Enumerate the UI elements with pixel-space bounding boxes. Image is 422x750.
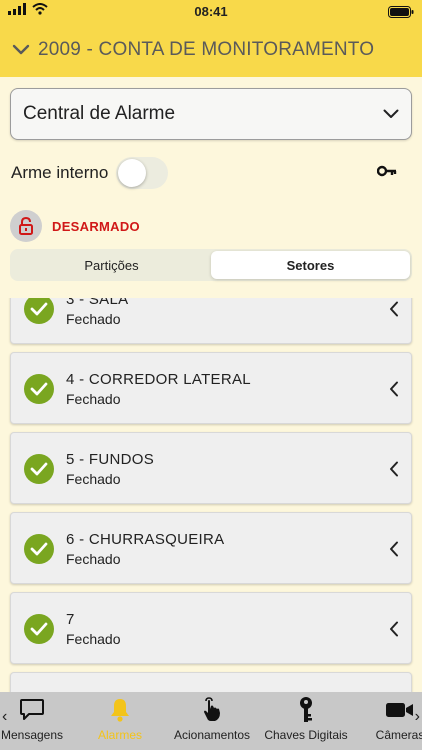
sector-status: Fechado [66, 551, 121, 567]
check-icon [24, 614, 54, 644]
chevron-left-icon[interactable] [389, 621, 399, 637]
chevron-left-icon[interactable] [389, 541, 399, 557]
status-time: 08:41 [194, 4, 228, 19]
alarm-status-row: DESARMADO [10, 210, 140, 242]
tab-label: Câmeras [375, 728, 422, 742]
tab-label: Mensagens [0, 728, 64, 742]
list-item[interactable]: 6 - CHURRASQUEIRA Fechado [10, 512, 412, 584]
alarm-status-text: DESARMADO [52, 218, 140, 234]
chevron-down-icon[interactable] [12, 44, 30, 56]
chevron-left-icon[interactable] [389, 381, 399, 397]
chevron-left-icon[interactable] [389, 301, 399, 317]
central-select-value: Central de Alarme [23, 103, 176, 124]
key-icon[interactable] [377, 165, 397, 177]
tab-setores[interactable]: Setores [211, 251, 410, 279]
chevron-left-icon[interactable] [389, 461, 399, 477]
tab-bar: ‹ Mensagens Alarmes Acionamentos Chaves … [0, 692, 422, 750]
arme-interno-label: Arme interno [11, 163, 109, 182]
tab-alarmes[interactable]: Alarmes [88, 692, 152, 750]
arme-interno-toggle[interactable] [116, 157, 169, 189]
status-bar: 08:41 [0, 0, 422, 22]
tab-label: Acionamentos [173, 728, 251, 742]
tab-particoes[interactable]: Partições [12, 251, 211, 279]
tab-acionamentos[interactable]: Acionamentos [168, 692, 256, 750]
tab-label: Chaves Digitais [264, 728, 348, 742]
account-title: 2009 - CONTA DE MONITORAMENTO [38, 38, 375, 60]
tab-chaves-digitais[interactable]: Chaves Digitais [258, 692, 354, 750]
sector-name: 7 [66, 611, 75, 628]
sector-status: Fechado [66, 471, 121, 487]
sector-status: Fechado [66, 391, 121, 407]
list-item[interactable]: 3 - SALA Fechado [10, 298, 412, 344]
chevron-down-icon [383, 109, 399, 118]
sector-name: 4 - CORREDOR LATERAL [66, 371, 251, 388]
check-icon [24, 534, 54, 564]
check-icon [24, 454, 54, 484]
camera-icon [385, 696, 415, 724]
segmented-control: Partições Setores [10, 249, 412, 281]
sector-status: Fechado [66, 311, 121, 327]
bell-icon [108, 696, 132, 724]
central-select[interactable]: Central de Alarme [10, 88, 412, 140]
message-icon [19, 696, 45, 724]
toggle-knob [118, 159, 147, 187]
scroll-right-icon[interactable]: › [415, 708, 420, 726]
touch-icon [200, 696, 224, 724]
arme-interno-row: Arme interno [11, 155, 411, 191]
tab-label: Alarmes [97, 728, 142, 742]
tab-mensagens[interactable]: Mensagens [0, 692, 68, 750]
digital-key-icon [297, 696, 315, 724]
lock-open-icon[interactable] [10, 210, 42, 242]
sector-name: 3 - SALA [66, 298, 129, 308]
sector-name: 5 - FUNDOS [66, 451, 155, 468]
check-icon [24, 298, 54, 324]
list-item-partial[interactable] [10, 672, 412, 692]
list-item[interactable]: 5 - FUNDOS Fechado [10, 432, 412, 504]
battery-icon [388, 5, 414, 23]
list-item[interactable]: 4 - CORREDOR LATERAL Fechado [10, 352, 412, 424]
account-header[interactable]: 2009 - CONTA DE MONITORAMENTO [0, 22, 422, 77]
sector-list[interactable]: 3 - SALA Fechado 4 - CORREDOR LATERAL Fe… [0, 298, 422, 692]
check-icon [24, 374, 54, 404]
sector-name: 6 - CHURRASQUEIRA [66, 531, 225, 548]
list-item[interactable]: 7 Fechado [10, 592, 412, 664]
sector-status: Fechado [66, 631, 121, 647]
